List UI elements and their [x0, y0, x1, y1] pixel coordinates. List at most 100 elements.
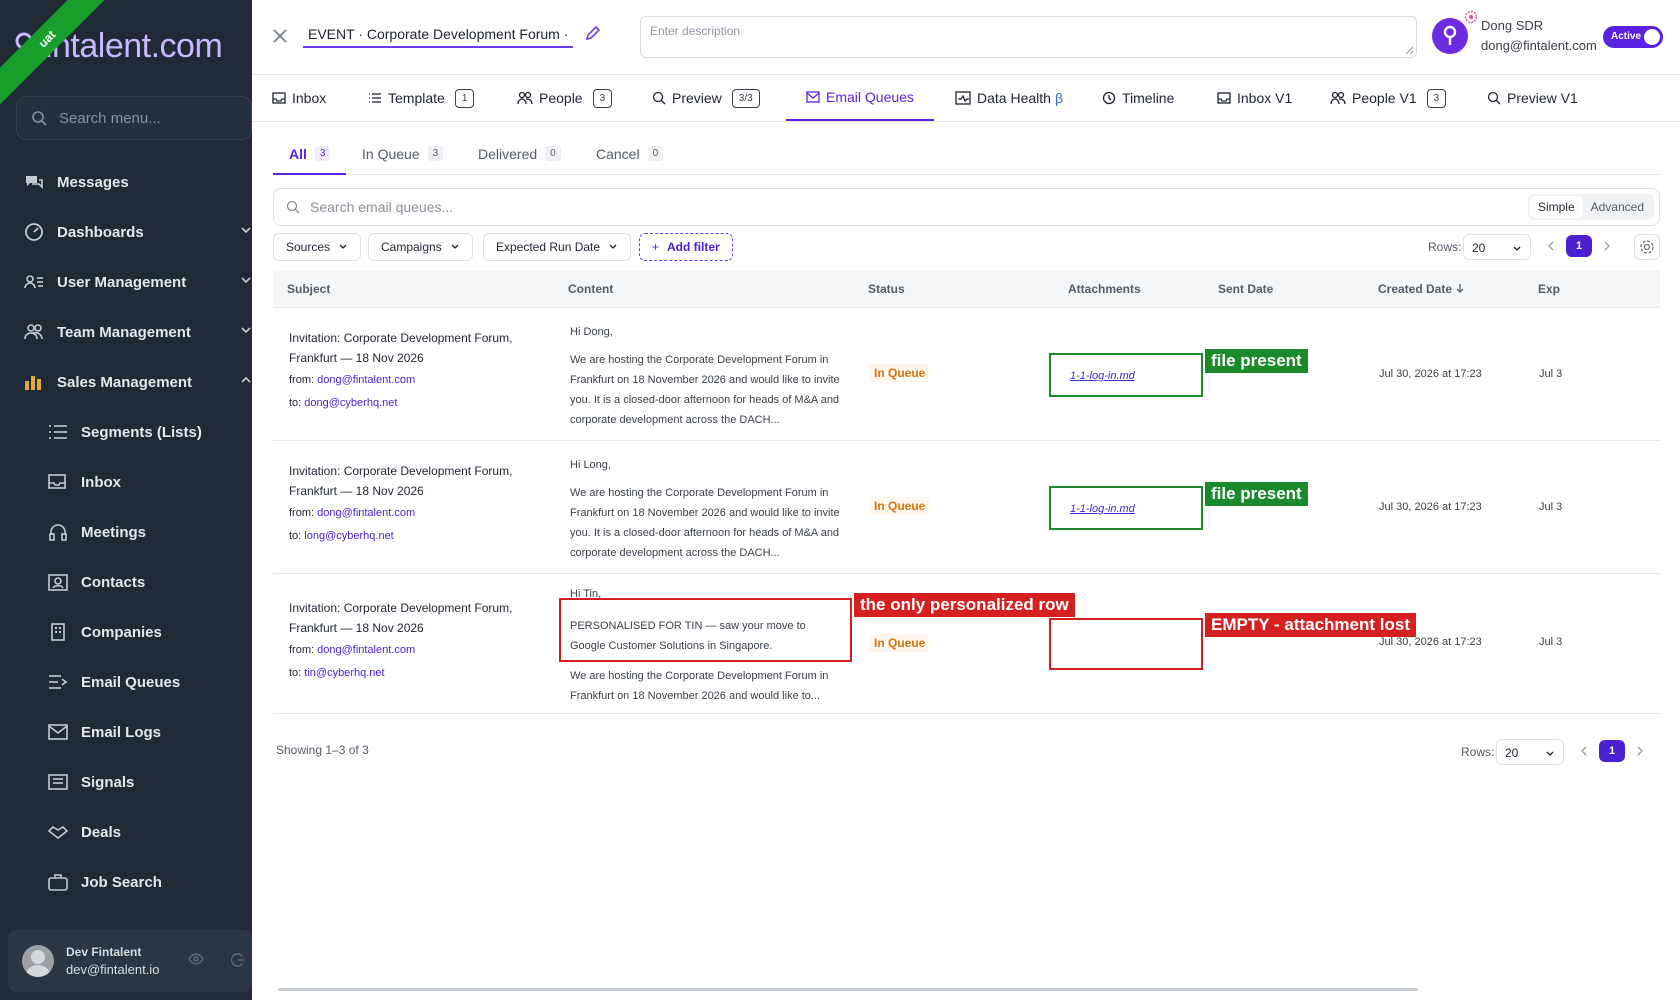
sidebar-item-inbox[interactable]: Inbox — [0, 462, 252, 502]
sidebar-item-sales-management[interactable]: Sales Management — [0, 362, 252, 402]
event-title-input[interactable]: EVENT · Corporate Development Forum · F — [303, 24, 573, 48]
tab-preview-v1[interactable]: Preview V1 — [1487, 75, 1578, 121]
subtab-in-queue[interactable]: In Queue 3 — [362, 146, 444, 176]
sidebar-item-label: Job Search — [81, 873, 162, 891]
column-header[interactable]: Sent Date — [1218, 282, 1273, 296]
horizontal-scrollbar[interactable] — [278, 988, 1418, 991]
column-settings-button[interactable] — [1634, 234, 1660, 260]
rows-per-page-select[interactable]: 20 — [1496, 739, 1564, 765]
column-header[interactable]: Content — [568, 282, 613, 296]
subtab-label: Cancel — [596, 146, 640, 162]
sidebar-item-meetings[interactable]: Meetings — [0, 512, 252, 552]
sidebar-user-name: Dev Fintalent — [66, 945, 142, 959]
mode-advanced-button[interactable]: Advanced — [1583, 196, 1652, 218]
tab-timeline[interactable]: Timeline — [1102, 75, 1174, 121]
subtab-all[interactable]: All 3 — [289, 146, 331, 176]
description-textarea[interactable]: Enter description — [640, 16, 1417, 58]
to-email[interactable]: tin@cyberhq.net — [304, 667, 384, 679]
page-button[interactable]: 1 — [1599, 740, 1625, 762]
pencil-icon[interactable] — [584, 24, 602, 42]
subtab-count: 3 — [427, 146, 444, 161]
chevron-left-icon[interactable] — [1546, 240, 1556, 252]
annotation-label-empty: EMPTY - attachment lost — [1205, 613, 1416, 637]
sidebar-item-label: Sales Management — [57, 373, 193, 391]
filter-sources[interactable]: Sources — [273, 233, 362, 261]
plus-icon: + — [652, 240, 660, 254]
sidebar-item-user-management[interactable]: User Management — [0, 262, 252, 302]
rows-per-page-select[interactable]: 20 — [1463, 234, 1531, 260]
tab-inbox-v1[interactable]: Inbox V1 — [1217, 75, 1292, 121]
tab-template[interactable]: Template 1 — [368, 75, 475, 121]
add-filter-button[interactable]: + Add filter — [639, 233, 733, 261]
to-email[interactable]: dong@cyberhq.net — [304, 397, 397, 409]
sidebar-item-messages[interactable]: Messages — [0, 162, 252, 202]
sidebar-item-contacts[interactable]: Contacts — [0, 562, 252, 602]
sidebar-item-segments[interactable]: Segments (Lists) — [0, 412, 252, 452]
chevron-right-icon[interactable] — [1602, 240, 1612, 252]
column-header[interactable]: Subject — [287, 282, 330, 296]
sidebar-item-label: Deals — [81, 823, 122, 841]
sidebar-item-label: Email Logs — [81, 723, 162, 741]
tab-preview[interactable]: Preview 3/3 — [652, 75, 760, 121]
column-header[interactable]: Status — [868, 282, 905, 296]
header-user-email: dong@fintalent.com — [1481, 38, 1597, 53]
column-header[interactable]: Attachments — [1068, 282, 1141, 296]
sidebar-item-job-search[interactable]: Job Search — [0, 862, 252, 902]
queue-search-input[interactable]: Search email queues... Simple Advanced — [273, 188, 1660, 226]
mode-simple-button[interactable]: Simple — [1529, 196, 1583, 218]
beta-badge: β — [1054, 90, 1063, 106]
subtab-cancel[interactable]: Cancel 0 — [596, 146, 664, 176]
sidebar-item-email-queues[interactable]: Email Queues — [0, 662, 252, 702]
tab-count-badge: 3 — [592, 88, 613, 108]
filter-campaigns[interactable]: Campaigns — [368, 233, 473, 261]
signals-icon — [47, 771, 69, 793]
from-email[interactable]: dong@fintalent.com — [317, 644, 415, 656]
tab-people[interactable]: People 3 — [517, 75, 613, 121]
dashboard-icon — [23, 221, 45, 243]
user-avatar[interactable] — [1432, 18, 1468, 54]
chevron-right-icon[interactable] — [1635, 745, 1645, 757]
tab-inbox[interactable]: Inbox — [272, 75, 326, 121]
tab-data-health[interactable]: Data Health β — [955, 75, 1063, 121]
menu-search-input[interactable]: Search menu... — [16, 96, 252, 140]
logout-icon[interactable] — [230, 952, 246, 968]
inbox-icon — [272, 92, 286, 104]
sidebar-item-email-logs[interactable]: Email Logs — [0, 712, 252, 752]
sidebar-item-label: Inbox — [81, 473, 121, 491]
from-email[interactable]: dong@fintalent.com — [317, 507, 415, 519]
search-icon — [286, 200, 300, 214]
table-row[interactable]: Invitation: Corporate Development Forum,… — [273, 441, 1660, 574]
tab-email-queues[interactable]: Email Queues — [786, 75, 934, 121]
active-toggle[interactable]: Active — [1603, 26, 1663, 48]
search-mode-switch[interactable]: Simple Advanced — [1527, 194, 1654, 220]
header-user-name: Dong SDR — [1481, 18, 1544, 33]
chevron-left-icon[interactable] — [1579, 745, 1589, 757]
column-header[interactable]: Exp — [1538, 282, 1560, 296]
sidebar-user-card[interactable]: Dev Fintalent dev@fintalent.io — [8, 930, 252, 992]
from-email[interactable]: dong@fintalent.com — [317, 374, 415, 386]
avatar — [22, 945, 54, 977]
search-icon — [32, 111, 47, 126]
subtab-delivered[interactable]: Delivered 0 — [478, 146, 561, 176]
resize-grip-icon[interactable] — [1405, 46, 1413, 54]
to-email[interactable]: long@cyberhq.net — [304, 530, 393, 542]
tab-count-badge: 3 — [1426, 88, 1447, 108]
search-icon — [652, 91, 666, 105]
tab-label: People V1 — [1352, 90, 1417, 106]
sidebar-item-signals[interactable]: Signals — [0, 762, 252, 802]
table-row[interactable]: Invitation: Corporate Development Forum,… — [273, 308, 1660, 441]
sidebar: fintalent.com uat Search menu... Message… — [0, 0, 252, 1000]
from-label: from: — [289, 644, 315, 656]
close-icon[interactable] — [272, 28, 288, 44]
eye-icon[interactable] — [188, 952, 204, 966]
sidebar-item-dashboards[interactable]: Dashboards — [0, 212, 252, 252]
sidebar-item-deals[interactable]: Deals — [0, 812, 252, 852]
showing-count: Showing 1–3 of 3 — [276, 743, 369, 757]
sidebar-item-companies[interactable]: Companies — [0, 612, 252, 652]
filter-expected-run-date[interactable]: Expected Run Date — [483, 233, 632, 261]
subject-line2: Frankfurt — 18 Nov 2026 — [289, 621, 424, 635]
sidebar-item-team-management[interactable]: Team Management — [0, 312, 252, 352]
tab-people-v1[interactable]: People V1 3 — [1330, 75, 1447, 121]
column-header-sorted[interactable]: Created Date — [1378, 282, 1465, 296]
page-button[interactable]: 1 — [1566, 235, 1592, 257]
